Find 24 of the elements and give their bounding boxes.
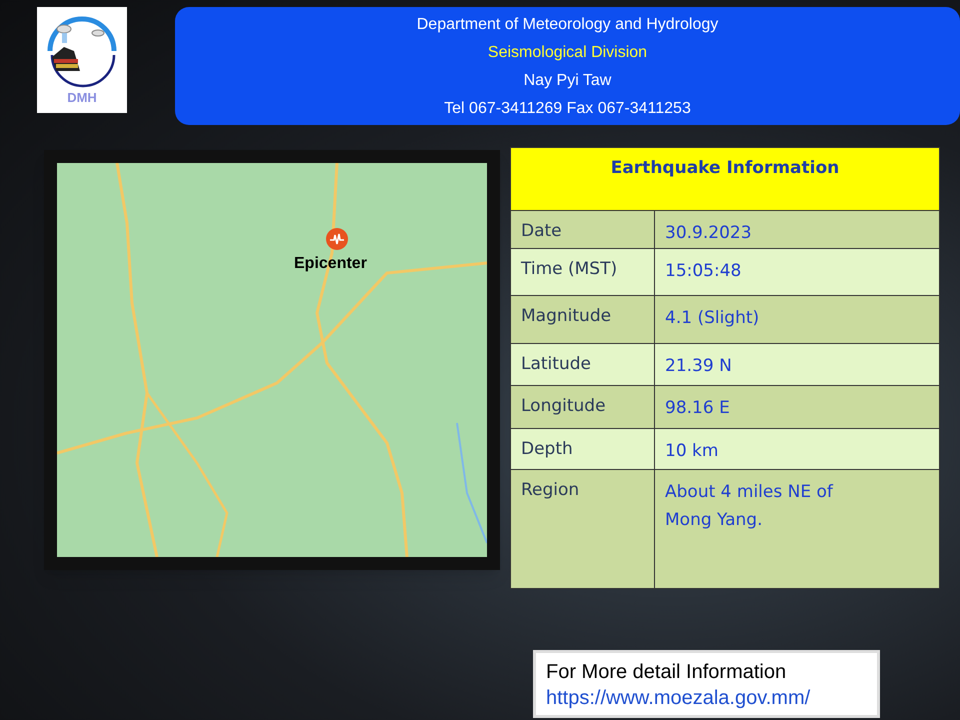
epicenter-label: Epicenter xyxy=(294,254,367,274)
table-cell: Region xyxy=(511,470,655,588)
table-cell-text: 10 km xyxy=(664,440,720,463)
table-title: Earthquake Information xyxy=(610,157,840,180)
table-cell: Latitude xyxy=(511,344,655,385)
table-cell: Magnitude xyxy=(511,296,655,343)
table-cell-text: 98.16 E xyxy=(664,397,731,420)
header-line: Nay Pyi Taw xyxy=(524,70,612,90)
logo-text: DMH xyxy=(67,91,97,104)
header-line: Department of Meteorology and Hydrology xyxy=(416,14,718,34)
epicenter-marker-icon xyxy=(325,227,349,251)
table-cell: Longitude xyxy=(511,386,655,428)
footer-text: For More detail Information xyxy=(546,660,788,685)
website-link[interactable]: https://www.moezala.gov.mm/ xyxy=(546,685,867,711)
header-line: Tel 067-3411269 Fax 067-3411253 xyxy=(444,98,691,118)
table-cell: Depth xyxy=(511,429,655,469)
table-cell-text: 30.9.2023 xyxy=(664,222,753,245)
table-cell-text: 15:05:48 xyxy=(664,260,742,283)
table-cell-text: About 4 miles NE of Mong Yang. xyxy=(664,481,834,532)
table-cell: Date xyxy=(511,211,655,248)
table-cell-text: 4.1 (Slight) xyxy=(664,307,760,330)
table-cell: Time (MST) xyxy=(511,249,655,295)
header-line: Seismological Division xyxy=(488,42,648,62)
table-cell-text: 21.39 N xyxy=(664,355,733,378)
